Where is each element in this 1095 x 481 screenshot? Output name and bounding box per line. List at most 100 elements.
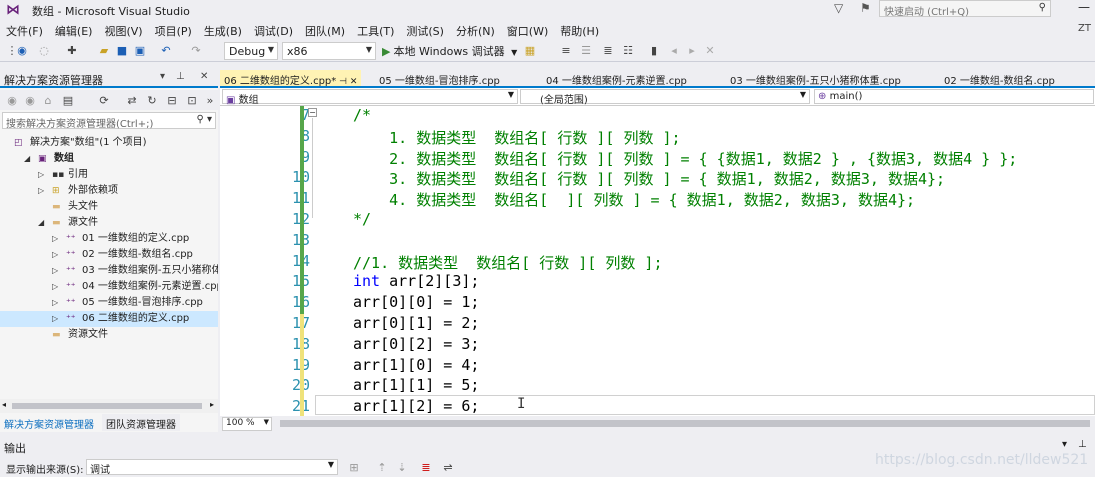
browse-icon[interactable]: ▦	[522, 43, 538, 59]
collapsed-arrow-icon[interactable]: ▷	[52, 279, 58, 295]
menu-item[interactable]: 分析(N)	[450, 20, 501, 40]
home-icon[interactable]: ⌂	[40, 93, 56, 109]
code-editor[interactable]: 789101112131415161718192021 − /* 1. 数据类型…	[220, 106, 1095, 416]
properties-icon[interactable]: »	[202, 93, 218, 109]
panel-tab[interactable]: 团队资源管理器	[102, 414, 180, 431]
tree-item[interactable]: ▷ ▪▪ 引用	[0, 167, 218, 183]
collapsed-arrow-icon[interactable]: ▷	[38, 167, 44, 183]
filter-icon[interactable]: ▽	[834, 1, 843, 15]
menu-item[interactable]: 调试(D)	[248, 20, 299, 40]
solution-icon: ◰	[14, 138, 23, 148]
pin-icon[interactable]: ⊥	[1078, 439, 1087, 450]
tree-item[interactable]: ▷ ⁺⁺ 06 二维数组的定义.cpp	[0, 311, 218, 327]
comment-icon[interactable]: ≣	[600, 43, 616, 59]
tree-item[interactable]: ◢ ▣ 数组	[0, 151, 218, 167]
outline-collapse-icon[interactable]: −	[308, 108, 317, 117]
editor-horizontal-scrollbar[interactable]	[280, 420, 1090, 427]
back-icon[interactable]: ◉	[14, 43, 30, 59]
undo-icon[interactable]: ↶	[158, 43, 174, 59]
zoom-select[interactable]: 100 % ▼	[222, 417, 272, 431]
tree-item[interactable]: ▷ ⊞ 外部依赖项	[0, 183, 218, 199]
notification-flag-icon[interactable]: ⚑	[860, 1, 871, 15]
menu-item[interactable]: 编辑(E)	[49, 20, 99, 40]
scope-dropdown[interactable]: (全局范围) ▼	[520, 89, 810, 106]
clear-bookmarks-icon[interactable]: ✕	[702, 43, 718, 59]
word-wrap-icon[interactable]: ⇌	[440, 460, 456, 476]
expanded-arrow-icon[interactable]: ◢	[24, 151, 30, 167]
tree-item[interactable]: ▷ ⁺⁺ 02 一维数组-数组名.cpp	[0, 247, 218, 263]
forward-icon[interactable]: ◉	[22, 93, 38, 109]
menu-item[interactable]: 工具(T)	[351, 20, 400, 40]
minimize-button[interactable]: —	[1074, 0, 1094, 17]
redo-icon[interactable]: ↷	[188, 43, 204, 59]
pin-icon[interactable]: ⊥	[176, 71, 185, 82]
menu-item[interactable]: 文件(F)	[0, 20, 49, 40]
scrollbar-thumb[interactable]	[12, 403, 202, 409]
window-position-icon[interactable]: ▾	[160, 71, 165, 82]
new-project-icon[interactable]: ✚	[64, 43, 80, 59]
save-all-icon[interactable]: ▣	[132, 43, 148, 59]
collapsed-arrow-icon[interactable]: ▷	[52, 247, 58, 263]
scroll-left-icon[interactable]: ◂	[2, 400, 6, 409]
find-message-icon[interactable]: ⊞	[346, 460, 362, 476]
next-message-icon[interactable]: ⇣	[394, 460, 410, 476]
expanded-arrow-icon[interactable]: ◢	[38, 215, 44, 231]
menu-item[interactable]: 项目(P)	[149, 20, 198, 40]
quick-launch-input[interactable]: 快速启动 (Ctrl+Q) ⚲	[879, 0, 1051, 18]
back-icon[interactable]: ◉	[4, 93, 20, 109]
save-icon[interactable]: ■	[114, 43, 130, 59]
solution-configuration-select[interactable]: Debug ▼	[224, 42, 278, 60]
bookmark-icon[interactable]: ▮	[646, 43, 662, 59]
menu-item[interactable]: 窗口(W)	[501, 20, 554, 40]
solution-search-input[interactable]: 搜索解决方案资源管理器(Ctrl+;) ⚲ ▾	[2, 112, 216, 130]
output-source-select[interactable]: 调试 ▼	[86, 459, 338, 476]
collapsed-arrow-icon[interactable]: ▷	[52, 263, 58, 279]
tree-item[interactable]: ▷ ⁺⁺ 03 一维数组案例-五只小猪称体重	[0, 263, 218, 279]
line-number-gutter: 789101112131415161718192021	[220, 106, 315, 416]
forward-icon[interactable]: ◌	[36, 43, 52, 59]
open-file-icon[interactable]: ▰	[96, 43, 112, 59]
solution-horizontal-scrollbar[interactable]: ◂ ▸	[0, 399, 218, 413]
user-initials[interactable]: ZT	[1078, 23, 1091, 34]
collapsed-arrow-icon[interactable]: ▷	[52, 231, 58, 247]
collapsed-arrow-icon[interactable]: ▷	[52, 311, 58, 327]
tree-item[interactable]: ▷ ⁺⁺ 05 一维数组-冒泡排序.cpp	[0, 295, 218, 311]
collapse-all-icon[interactable]: ⊟	[164, 93, 180, 109]
menu-item[interactable]: 团队(M)	[299, 20, 351, 40]
clear-all-icon[interactable]: ≣	[418, 460, 434, 476]
window-position-icon[interactable]: ▾	[1062, 439, 1067, 450]
solution-platform-select[interactable]: x86 ▼	[282, 42, 376, 60]
scroll-right-icon[interactable]: ▸	[210, 400, 214, 409]
tree-item[interactable]: ▬ 资源文件	[0, 327, 218, 343]
switch-views-icon[interactable]: ▤	[60, 93, 76, 109]
project-dropdown[interactable]: ▣ 数组 ▼	[222, 89, 518, 106]
tree-item[interactable]: ▬ 头文件	[0, 199, 218, 215]
close-icon[interactable]: ✕	[200, 71, 208, 82]
sync-icon[interactable]: ⇄	[124, 93, 140, 109]
prev-bookmark-icon[interactable]: ◂	[666, 43, 682, 59]
format-icon[interactable]: ≡	[558, 43, 574, 59]
pending-changes-icon[interactable]: ⟳	[96, 93, 112, 109]
tree-item[interactable]: ◢ ▬ 源文件	[0, 215, 218, 231]
function-dropdown[interactable]: ⊕ main()	[814, 89, 1094, 104]
prev-message-icon[interactable]: ⇡	[374, 460, 390, 476]
outdent-icon[interactable]: ☰	[578, 43, 594, 59]
next-bookmark-icon[interactable]: ▸	[684, 43, 700, 59]
tree-item[interactable]: ▷ ⁺⁺ 04 一维数组案例-元素逆置.cpp	[0, 279, 218, 295]
menu-item[interactable]: 视图(V)	[98, 20, 148, 40]
collapsed-arrow-icon[interactable]: ▷	[38, 183, 44, 199]
start-debugging-button[interactable]: ▶ 本地 Windows 调试器 ▼	[382, 43, 517, 59]
menu-item[interactable]: 测试(S)	[400, 20, 450, 40]
tree-item[interactable]: ◰ 解决方案"数组"(1 个项目)	[0, 135, 218, 151]
uncomment-icon[interactable]: ☷	[620, 43, 636, 59]
panel-tab[interactable]: 解决方案资源管理器	[0, 414, 98, 431]
show-all-files-icon[interactable]: ⊡	[184, 93, 200, 109]
search-icon[interactable]: ⚲	[1039, 2, 1046, 13]
collapsed-arrow-icon[interactable]: ▷	[52, 295, 58, 311]
menu-item[interactable]: 帮助(H)	[554, 20, 605, 40]
refresh-icon[interactable]: ↻	[144, 93, 160, 109]
function-icon: ⊕	[818, 91, 827, 102]
search-icon[interactable]: ⚲ ▾	[196, 114, 212, 125]
tree-item[interactable]: ▷ ⁺⁺ 01 一维数组的定义.cpp	[0, 231, 218, 247]
menu-item[interactable]: 生成(B)	[198, 20, 248, 40]
